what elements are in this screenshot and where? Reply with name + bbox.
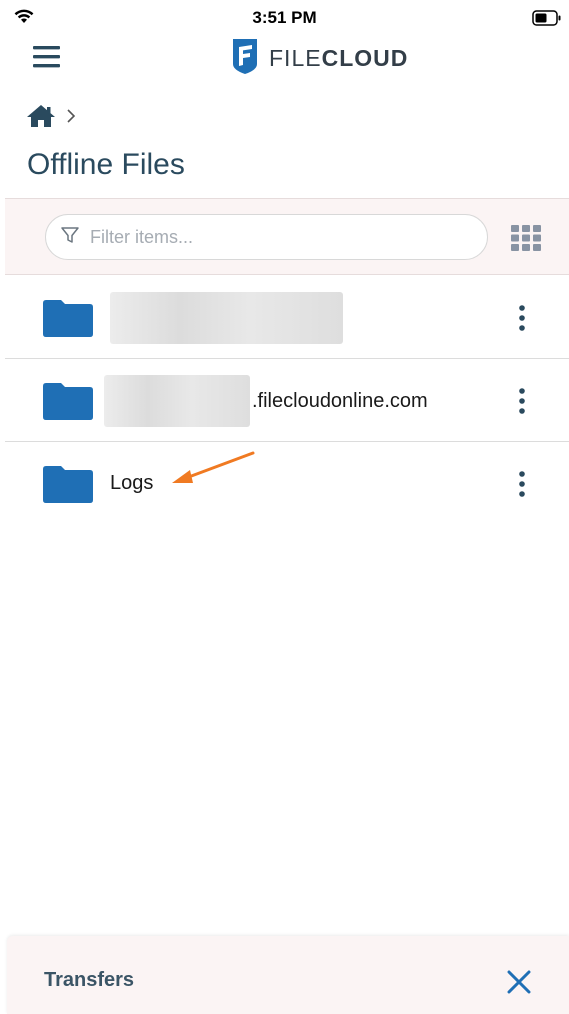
folder-icon <box>43 299 93 342</box>
filecloud-logo-icon <box>230 37 260 80</box>
filter-input[interactable] <box>90 226 430 248</box>
file-name: .filecloudonline.com <box>104 375 428 427</box>
status-bar: 3:51 PM <box>0 0 569 36</box>
battery-icon <box>532 10 562 31</box>
home-icon[interactable] <box>26 103 56 134</box>
status-time: 3:51 PM <box>252 8 317 27</box>
file-name: Logs <box>110 472 154 494</box>
redacted-name <box>104 375 250 427</box>
more-vertical-icon[interactable] <box>513 469 531 499</box>
folder-icon <box>43 465 93 508</box>
filter-funnel-icon <box>60 225 80 250</box>
more-vertical-icon[interactable] <box>513 303 531 333</box>
close-icon[interactable] <box>507 970 531 994</box>
filter-input-container[interactable] <box>45 214 488 260</box>
hamburger-menu-icon[interactable] <box>33 45 61 69</box>
list-item[interactable] <box>5 276 569 359</box>
list-item[interactable]: Logs <box>5 442 569 525</box>
page-title: Offline Files <box>27 148 185 181</box>
app-header: FILECLOUD <box>0 36 569 82</box>
redacted-name <box>110 292 343 344</box>
filecloud-logo: FILECLOUD <box>230 38 408 78</box>
transfers-panel[interactable]: Transfers <box>7 936 569 1014</box>
file-name-suffix: .filecloudonline.com <box>252 389 428 412</box>
folder-icon <box>43 382 93 425</box>
transfers-label: Transfers <box>44 969 135 991</box>
more-vertical-icon[interactable] <box>513 386 531 416</box>
list-item[interactable]: .filecloudonline.com <box>5 359 569 442</box>
grid-view-icon[interactable] <box>510 222 542 254</box>
chevron-right-icon <box>66 108 76 129</box>
file-list: .filecloudonline.com Logs <box>5 276 569 525</box>
logo-wordmark: FILECLOUD <box>269 44 409 71</box>
filter-toolbar <box>5 198 569 275</box>
breadcrumb <box>26 104 76 132</box>
